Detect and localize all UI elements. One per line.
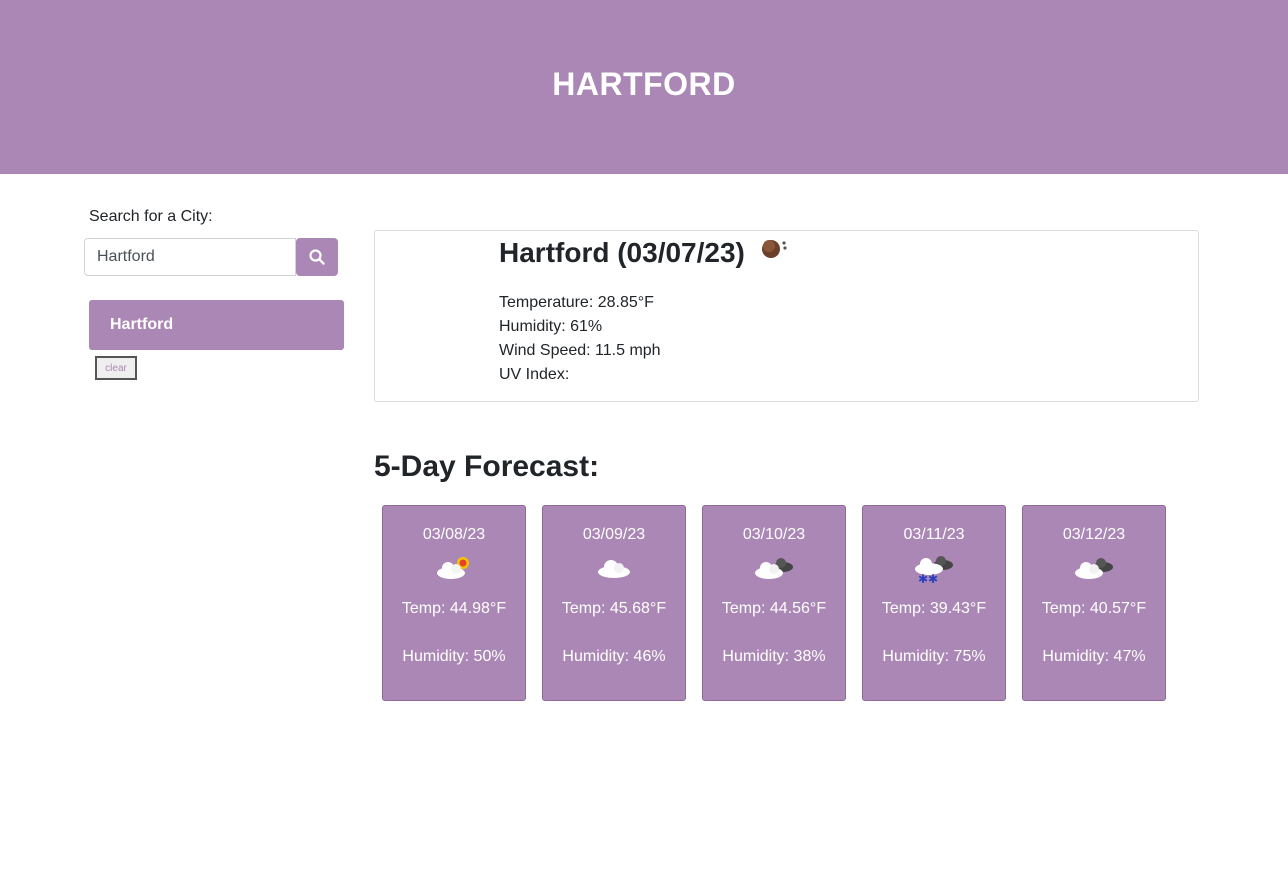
forecast-date: 03/12/23 [1062, 526, 1126, 543]
search-icon [309, 249, 325, 265]
forecast-card: 03/10/23 Temp: 44.56°F Humidity: 38% [702, 505, 846, 701]
page-header: HARTFORD [0, 0, 1288, 174]
forecast-date: 03/10/23 [742, 526, 806, 543]
svg-text:✱✱: ✱✱ [918, 572, 938, 584]
cloud-icon [543, 554, 685, 582]
city-search-input[interactable] [84, 238, 296, 276]
forecast-humidity: Humidity: 46% [562, 648, 666, 665]
forecast-humidity: Humidity: 47% [1042, 648, 1146, 665]
forecast-date: 03/09/23 [582, 526, 646, 543]
forecast-temp: Temp: 45.68°F [561, 600, 667, 617]
current-temperature: Temperature: 28.85°F [499, 294, 654, 311]
current-city-date: Hartford (03/07/23) [499, 237, 745, 268]
forecast-temp: Temp: 40.57°F [1041, 600, 1147, 617]
clear-button[interactable]: clear [95, 356, 137, 380]
current-weather-card: Hartford (03/07/23) Temperature: 28.85°F… [374, 230, 1199, 402]
current-uv-index: UV Index: [499, 366, 570, 383]
forecast-card: 03/09/23 Temp: 45.68°F Humidity: 46% [542, 505, 686, 701]
forecast-temp: Temp: 44.98°F [401, 600, 507, 617]
forecast-date: 03/11/23 [903, 526, 965, 543]
snow-icon: ✱✱ [863, 554, 1005, 584]
forecast-date: 03/08/23 [422, 526, 486, 543]
forecast-card: 03/11/23 ✱✱ Temp: 39.43°F Humidity: 75% [862, 505, 1006, 701]
moon-cloud-icon [759, 235, 789, 268]
partly-sunny-icon [383, 554, 525, 582]
page-title: HARTFORD [552, 65, 736, 102]
current-humidity: Humidity: 61% [499, 318, 603, 335]
current-wind-speed: Wind Speed: 11.5 mph [499, 342, 661, 359]
forecast-humidity: Humidity: 75% [882, 648, 986, 665]
search-label: Search for a City: [89, 208, 213, 225]
forecast-temp: Temp: 39.43°F [881, 600, 987, 617]
broken-clouds-icon [703, 554, 845, 582]
broken-clouds-icon [1023, 554, 1165, 582]
forecast-humidity: Humidity: 38% [722, 648, 826, 665]
current-weather-stats: Temperature: 28.85°F Humidity: 61% Wind … [499, 291, 661, 387]
search-button[interactable] [296, 238, 338, 276]
forecast-humidity: Humidity: 50% [402, 648, 506, 665]
forecast-card: 03/08/23 Temp: 44.98°F Humidity: 50% [382, 505, 526, 701]
forecast-temp: Temp: 44.56°F [721, 600, 827, 617]
current-weather-title: Hartford (03/07/23) [499, 237, 789, 269]
history-item-hartford[interactable]: Hartford [89, 300, 344, 350]
forecast-heading: 5-Day Forecast: [374, 450, 600, 483]
forecast-card: 03/12/23 Temp: 40.57°F Humidity: 47% [1022, 505, 1166, 701]
